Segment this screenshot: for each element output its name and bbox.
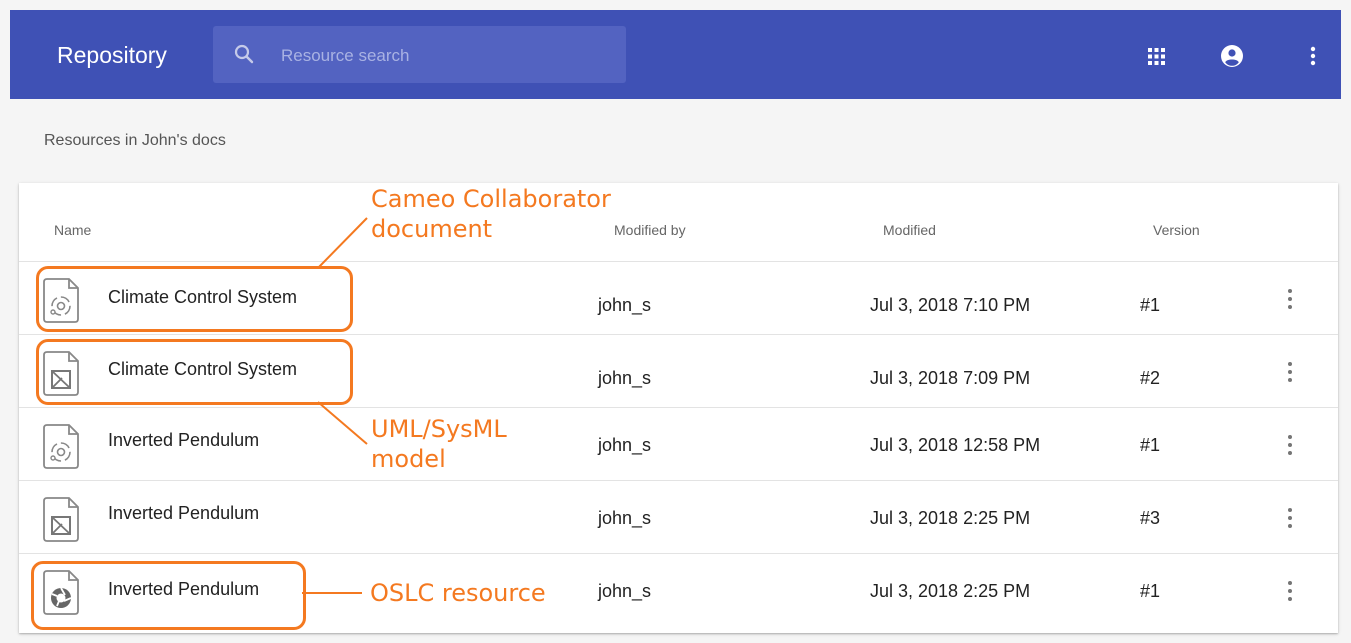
- row-more-icon[interactable]: [1281, 430, 1299, 460]
- section-title: Resources in John's docs: [44, 132, 226, 149]
- row-version: #1: [1140, 581, 1161, 601]
- collaborator-document-icon: [43, 278, 79, 323]
- row-more-icon[interactable]: [1281, 284, 1299, 314]
- search-box[interactable]: [213, 26, 626, 83]
- account-circle-icon[interactable]: [1219, 43, 1245, 69]
- row-name[interactable]: Inverted Pendulum: [108, 579, 259, 600]
- row-modified-by: john_s: [598, 508, 652, 528]
- row-modified: Jul 3, 2018 2:25 PM: [870, 581, 1031, 601]
- row-name[interactable]: Inverted Pendulum: [108, 430, 259, 451]
- oslc-resource-icon: [43, 570, 79, 615]
- row-version: #3: [1140, 508, 1161, 528]
- row-modified: Jul 3, 2018 12:58 PM: [870, 435, 1041, 455]
- header-name[interactable]: Name: [54, 222, 91, 238]
- annotation-label-uml: UML/SysML model: [371, 415, 507, 473]
- row-more-icon[interactable]: [1281, 576, 1299, 606]
- row-name[interactable]: Inverted Pendulum: [108, 503, 259, 524]
- app-title: Repository: [57, 42, 167, 68]
- annotation-label-oslc: OSLC resource: [370, 579, 546, 607]
- header-modified-by[interactable]: Modified by: [614, 222, 686, 238]
- annotation-label-collaborator: Cameo Collaborator document: [371, 185, 611, 243]
- table-row[interactable]: Inverted Pendulum john_s Jul 3, 2018 12:…: [19, 407, 1338, 481]
- uml-sysml-model-icon: [43, 497, 79, 542]
- table-row[interactable]: Climate Control System john_s Jul 3, 201…: [19, 261, 1338, 335]
- row-modified: Jul 3, 2018 7:09 PM: [870, 368, 1031, 388]
- header-version[interactable]: Version: [1153, 222, 1200, 238]
- row-version: #1: [1140, 295, 1161, 315]
- search-icon: [234, 44, 254, 64]
- header-modified[interactable]: Modified: [883, 222, 936, 238]
- uml-sysml-model-icon: [43, 351, 79, 396]
- row-modified-by: john_s: [598, 435, 652, 455]
- apps-grid-icon[interactable]: [1143, 43, 1169, 69]
- row-name[interactable]: Climate Control System: [108, 359, 297, 380]
- row-modified-by: john_s: [598, 295, 652, 315]
- row-modified: Jul 3, 2018 7:10 PM: [870, 295, 1031, 315]
- row-version: #1: [1140, 435, 1161, 455]
- table-row[interactable]: Inverted Pendulum john_s Jul 3, 2018 2:2…: [19, 553, 1338, 627]
- row-more-icon[interactable]: [1281, 357, 1299, 387]
- app-bar: Repository: [10, 10, 1341, 99]
- row-more-icon[interactable]: [1281, 503, 1299, 533]
- row-version: #2: [1140, 368, 1161, 388]
- search-input[interactable]: [279, 43, 603, 69]
- table-row[interactable]: Inverted Pendulum john_s Jul 3, 2018 2:2…: [19, 480, 1338, 554]
- row-modified-by: john_s: [598, 581, 652, 601]
- collaborator-document-icon: [43, 424, 79, 469]
- resource-table: Name Modified by Modified Version Climat…: [19, 183, 1338, 633]
- more-vert-icon[interactable]: [1300, 43, 1326, 69]
- row-modified-by: john_s: [598, 368, 652, 388]
- row-name[interactable]: Climate Control System: [108, 287, 297, 308]
- table-row[interactable]: Climate Control System john_s Jul 3, 201…: [19, 334, 1338, 408]
- row-modified: Jul 3, 2018 2:25 PM: [870, 508, 1031, 528]
